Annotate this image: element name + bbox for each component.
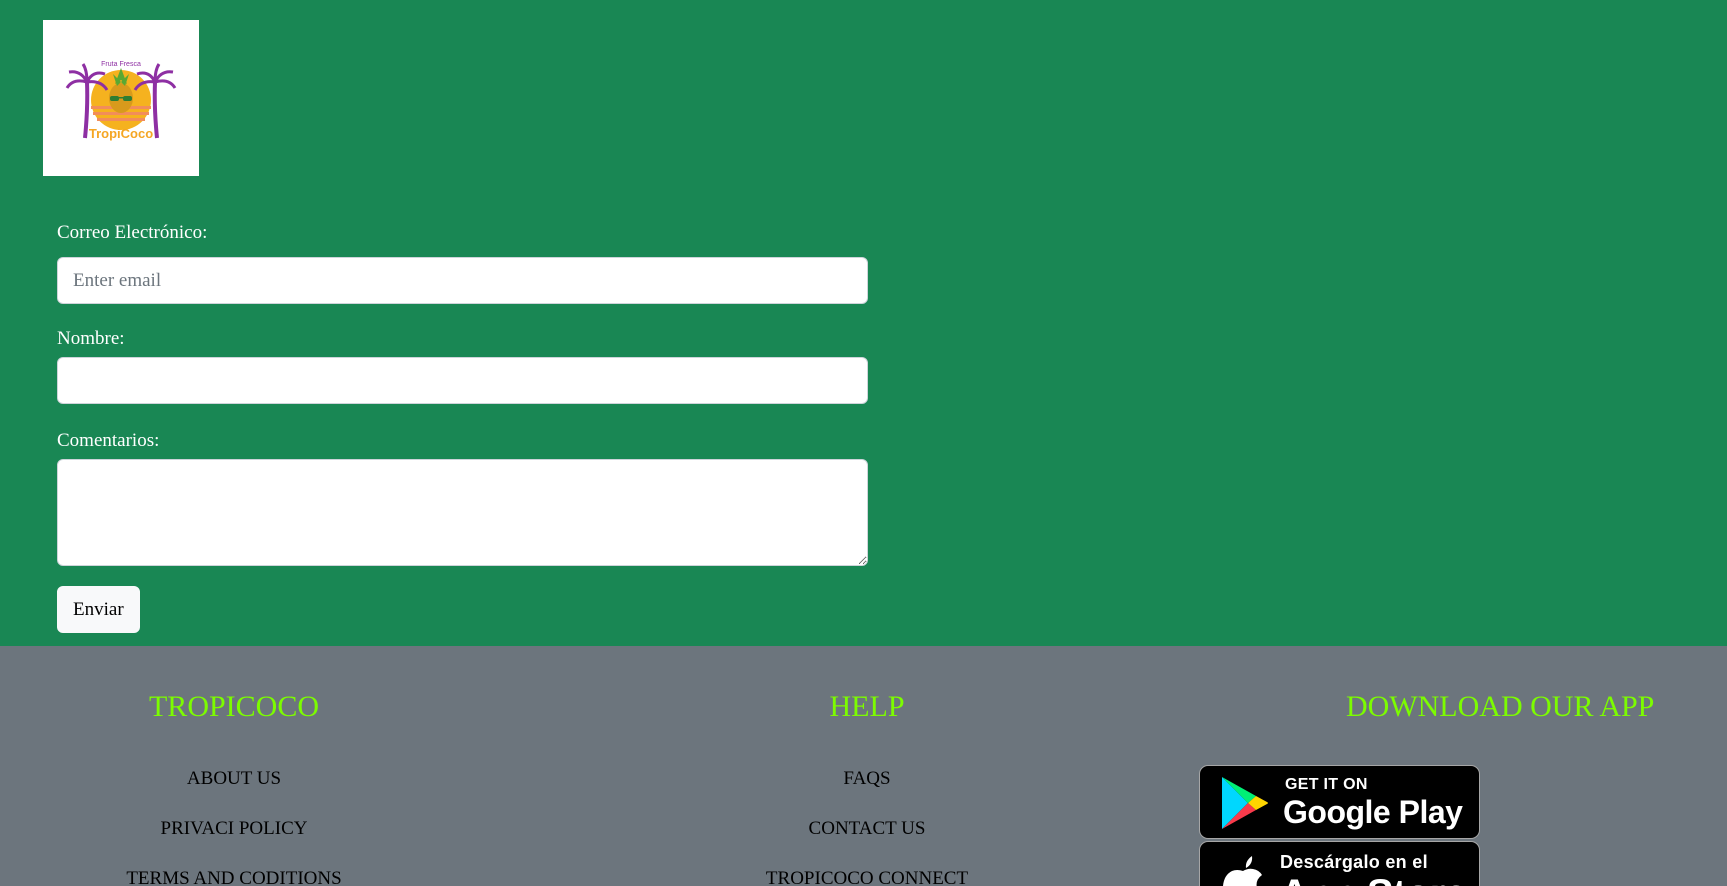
contact-section: Fruta Fresca TropiCoco Correo Electrónic… (0, 0, 1727, 646)
footer-link-contact-us[interactable]: CONTACT US (809, 818, 926, 840)
google-play-icon (1222, 777, 1268, 829)
footer-link-terms[interactable]: TERMS AND CODITIONS (126, 868, 341, 886)
name-label: Nombre: (57, 328, 125, 349)
site-logo[interactable]: Fruta Fresca TropiCoco (43, 20, 199, 176)
app-store-big-text: App Store (1280, 872, 1467, 886)
site-footer: TROPICOCO ABOUT US PRIVACI POLICY TERMS … (0, 646, 1727, 886)
app-store-small-text: Descárgalo en el (1280, 852, 1428, 872)
email-field[interactable] (57, 257, 868, 304)
google-play-big-text: Google Play (1283, 794, 1463, 830)
contact-form: Correo Electrónico: Nombre: Comentarios:… (57, 220, 868, 633)
footer-heading-download: DOWNLOAD OUR APP (1346, 690, 1655, 723)
footer-heading-help: HELP (829, 690, 905, 723)
footer-heading-tropicoco: TROPICOCO (148, 690, 320, 723)
tropicoco-logo-icon: Fruta Fresca TropiCoco (65, 61, 177, 141)
footer-link-faqs[interactable]: FAQS (843, 768, 890, 790)
apple-icon (1223, 856, 1262, 886)
google-play-small-text: GET IT ON (1285, 776, 1368, 793)
logo-top-text: Fruta Fresca (101, 61, 141, 68)
email-label: Correo Electrónico: (57, 222, 208, 243)
footer-link-tropicoco-connect[interactable]: TROPICOCO CONNECT (766, 868, 968, 886)
comments-textarea[interactable] (57, 459, 868, 566)
comments-label: Comentarios: (57, 430, 160, 451)
footer-link-privacy-policy[interactable]: PRIVACI POLICY (161, 818, 308, 840)
footer-links-help: FAQS CONTACT US TROPICOCO CONNECT (633, 768, 1101, 886)
app-store-badge[interactable]: Descárgalo en el App Store (1199, 841, 1480, 886)
footer-link-about-us[interactable]: ABOUT US (187, 768, 281, 790)
google-play-badge[interactable]: GET IT ON Google Play (1199, 765, 1480, 839)
submit-button[interactable]: Enviar (57, 586, 140, 633)
footer-links-tropicoco: ABOUT US PRIVACI POLICY TERMS AND CODITI… (0, 768, 468, 886)
logo-brand-text: TropiCoco (89, 126, 153, 141)
name-field[interactable] (57, 357, 868, 404)
